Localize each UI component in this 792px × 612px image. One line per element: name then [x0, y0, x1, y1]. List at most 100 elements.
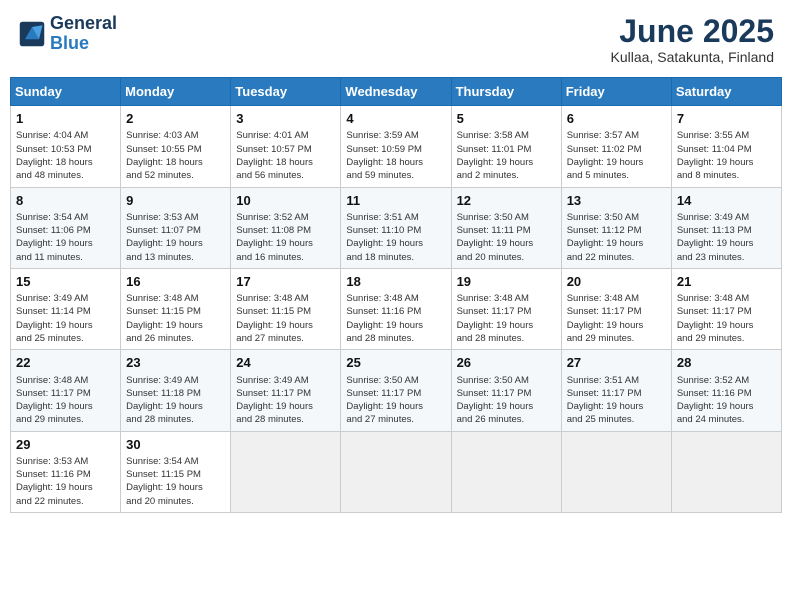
calendar-cell: 18Sunrise: 3:48 AM Sunset: 11:16 PM Dayl… [341, 268, 451, 349]
day-number: 29 [16, 436, 115, 454]
day-info: Sunrise: 3:53 AM Sunset: 11:16 PM Daylig… [16, 455, 115, 508]
day-number: 28 [677, 354, 776, 372]
day-number: 27 [567, 354, 666, 372]
day-number: 11 [346, 192, 445, 210]
day-of-week-tuesday: Tuesday [231, 78, 341, 106]
calendar-cell [231, 431, 341, 512]
logo-line1: General [50, 14, 117, 34]
calendar-cell: 20Sunrise: 3:48 AM Sunset: 11:17 PM Dayl… [561, 268, 671, 349]
day-info: Sunrise: 3:58 AM Sunset: 11:01 PM Daylig… [457, 129, 556, 182]
day-info: Sunrise: 4:03 AM Sunset: 10:55 PM Daylig… [126, 129, 225, 182]
day-info: Sunrise: 3:59 AM Sunset: 10:59 PM Daylig… [346, 129, 445, 182]
calendar-cell: 17Sunrise: 3:48 AM Sunset: 11:15 PM Dayl… [231, 268, 341, 349]
day-info: Sunrise: 3:49 AM Sunset: 11:17 PM Daylig… [236, 374, 335, 427]
calendar-cell: 12Sunrise: 3:50 AM Sunset: 11:11 PM Dayl… [451, 187, 561, 268]
day-of-week-sunday: Sunday [11, 78, 121, 106]
title-block: June 2025 Kullaa, Satakunta, Finland [611, 14, 774, 65]
day-info: Sunrise: 3:51 AM Sunset: 11:17 PM Daylig… [567, 374, 666, 427]
calendar-cell: 25 Sunrise: 3:50 AM Sunset: 11:17 PM Dayl… [341, 350, 451, 431]
day-number: 25 [346, 354, 445, 372]
day-info: Sunrise: 3:48 AM Sunset: 11:17 PM Daylig… [677, 292, 776, 345]
day-of-week-monday: Monday [121, 78, 231, 106]
days-of-week-row: SundayMondayTuesdayWednesdayThursdayFrid… [11, 78, 782, 106]
day-info: Sunrise: 3:53 AM Sunset: 11:07 PM Daylig… [126, 211, 225, 264]
day-number: 2 [126, 110, 225, 128]
logo-line2: Blue [50, 34, 117, 54]
calendar-cell: 28 Sunrise: 3:52 AM Sunset: 11:16 PM Dayl… [671, 350, 781, 431]
day-number: 24 [236, 354, 335, 372]
logo-text: General Blue [50, 14, 117, 54]
calendar-cell: 9Sunrise: 3:53 AM Sunset: 11:07 PM Dayli… [121, 187, 231, 268]
week-row-4: 22Sunrise: 3:48 AM Sunset: 11:17 PM Dayl… [11, 350, 782, 431]
day-of-week-friday: Friday [561, 78, 671, 106]
day-info: Sunrise: 3:48 AM Sunset: 11:15 PM Daylig… [236, 292, 335, 345]
calendar-cell: 19Sunrise: 3:48 AM Sunset: 11:17 PM Dayl… [451, 268, 561, 349]
day-number: 18 [346, 273, 445, 291]
day-info: Sunrise: 3:52 AM Sunset: 11:08 PM Daylig… [236, 211, 335, 264]
day-number: 19 [457, 273, 556, 291]
calendar-cell: 30Sunrise: 3:54 AM Sunset: 11:15 PM Dayl… [121, 431, 231, 512]
day-info: Sunrise: 3:50 AM Sunset: 11:17 PM Daylig… [457, 374, 556, 427]
calendar-title: June 2025 [611, 14, 774, 49]
day-info: Sunrise: 3:54 AM Sunset: 11:15 PM Daylig… [126, 455, 225, 508]
calendar-cell: 14Sunrise: 3:49 AM Sunset: 11:13 PM Dayl… [671, 187, 781, 268]
day-info: Sunrise: 3:52 AM Sunset: 11:16 PM Daylig… [677, 374, 776, 427]
day-info: Sunrise: 3:57 AM Sunset: 11:02 PM Daylig… [567, 129, 666, 182]
day-info: Sunrise: 3:50 AM Sunset: 11:17 PM Daylig… [346, 374, 445, 427]
week-row-1: 1Sunrise: 4:04 AM Sunset: 10:53 PM Dayli… [11, 106, 782, 187]
day-number: 8 [16, 192, 115, 210]
calendar-cell: 23Sunrise: 3:49 AM Sunset: 11:18 PM Dayl… [121, 350, 231, 431]
day-number: 21 [677, 273, 776, 291]
day-number: 20 [567, 273, 666, 291]
day-info: Sunrise: 3:49 AM Sunset: 11:18 PM Daylig… [126, 374, 225, 427]
calendar-cell: 10Sunrise: 3:52 AM Sunset: 11:08 PM Dayl… [231, 187, 341, 268]
calendar-cell: 4Sunrise: 3:59 AM Sunset: 10:59 PM Dayli… [341, 106, 451, 187]
day-info: Sunrise: 3:48 AM Sunset: 11:16 PM Daylig… [346, 292, 445, 345]
calendar-cell: 2Sunrise: 4:03 AM Sunset: 10:55 PM Dayli… [121, 106, 231, 187]
day-info: Sunrise: 3:54 AM Sunset: 11:06 PM Daylig… [16, 211, 115, 264]
calendar-cell: 21Sunrise: 3:48 AM Sunset: 11:17 PM Dayl… [671, 268, 781, 349]
calendar-cell [451, 431, 561, 512]
logo-icon [18, 20, 46, 48]
calendar-cell: 22Sunrise: 3:48 AM Sunset: 11:17 PM Dayl… [11, 350, 121, 431]
calendar-table: SundayMondayTuesdayWednesdayThursdayFrid… [10, 77, 782, 513]
day-info: Sunrise: 4:01 AM Sunset: 10:57 PM Daylig… [236, 129, 335, 182]
calendar-cell: 26 Sunrise: 3:50 AM Sunset: 11:17 PM Dayl… [451, 350, 561, 431]
day-info: Sunrise: 3:49 AM Sunset: 11:13 PM Daylig… [677, 211, 776, 264]
week-row-3: 15Sunrise: 3:49 AM Sunset: 11:14 PM Dayl… [11, 268, 782, 349]
calendar-cell [341, 431, 451, 512]
day-number: 14 [677, 192, 776, 210]
day-number: 30 [126, 436, 225, 454]
day-number: 26 [457, 354, 556, 372]
day-number: 15 [16, 273, 115, 291]
page-header: General Blue June 2025 Kullaa, Satakunta… [10, 10, 782, 69]
calendar-cell: 3Sunrise: 4:01 AM Sunset: 10:57 PM Dayli… [231, 106, 341, 187]
calendar-header: SundayMondayTuesdayWednesdayThursdayFrid… [11, 78, 782, 106]
calendar-cell: 27 Sunrise: 3:51 AM Sunset: 11:17 PM Dayl… [561, 350, 671, 431]
calendar-cell: 13Sunrise: 3:50 AM Sunset: 11:12 PM Dayl… [561, 187, 671, 268]
day-number: 9 [126, 192, 225, 210]
calendar-cell: 6Sunrise: 3:57 AM Sunset: 11:02 PM Dayli… [561, 106, 671, 187]
calendar-cell: 5Sunrise: 3:58 AM Sunset: 11:01 PM Dayli… [451, 106, 561, 187]
calendar-cell [561, 431, 671, 512]
day-info: Sunrise: 3:51 AM Sunset: 11:10 PM Daylig… [346, 211, 445, 264]
calendar-cell: 8Sunrise: 3:54 AM Sunset: 11:06 PM Dayli… [11, 187, 121, 268]
calendar-cell [671, 431, 781, 512]
day-number: 13 [567, 192, 666, 210]
day-info: Sunrise: 3:48 AM Sunset: 11:15 PM Daylig… [126, 292, 225, 345]
day-number: 22 [16, 354, 115, 372]
day-info: Sunrise: 3:55 AM Sunset: 11:04 PM Daylig… [677, 129, 776, 182]
day-info: Sunrise: 3:50 AM Sunset: 11:12 PM Daylig… [567, 211, 666, 264]
day-of-week-wednesday: Wednesday [341, 78, 451, 106]
calendar-body: 1Sunrise: 4:04 AM Sunset: 10:53 PM Dayli… [11, 106, 782, 513]
day-number: 7 [677, 110, 776, 128]
calendar-cell: 15Sunrise: 3:49 AM Sunset: 11:14 PM Dayl… [11, 268, 121, 349]
day-number: 6 [567, 110, 666, 128]
calendar-cell: 1Sunrise: 4:04 AM Sunset: 10:53 PM Dayli… [11, 106, 121, 187]
day-number: 16 [126, 273, 225, 291]
day-info: Sunrise: 3:50 AM Sunset: 11:11 PM Daylig… [457, 211, 556, 264]
calendar-cell: 7Sunrise: 3:55 AM Sunset: 11:04 PM Dayli… [671, 106, 781, 187]
day-of-week-saturday: Saturday [671, 78, 781, 106]
day-number: 10 [236, 192, 335, 210]
day-info: Sunrise: 3:48 AM Sunset: 11:17 PM Daylig… [567, 292, 666, 345]
